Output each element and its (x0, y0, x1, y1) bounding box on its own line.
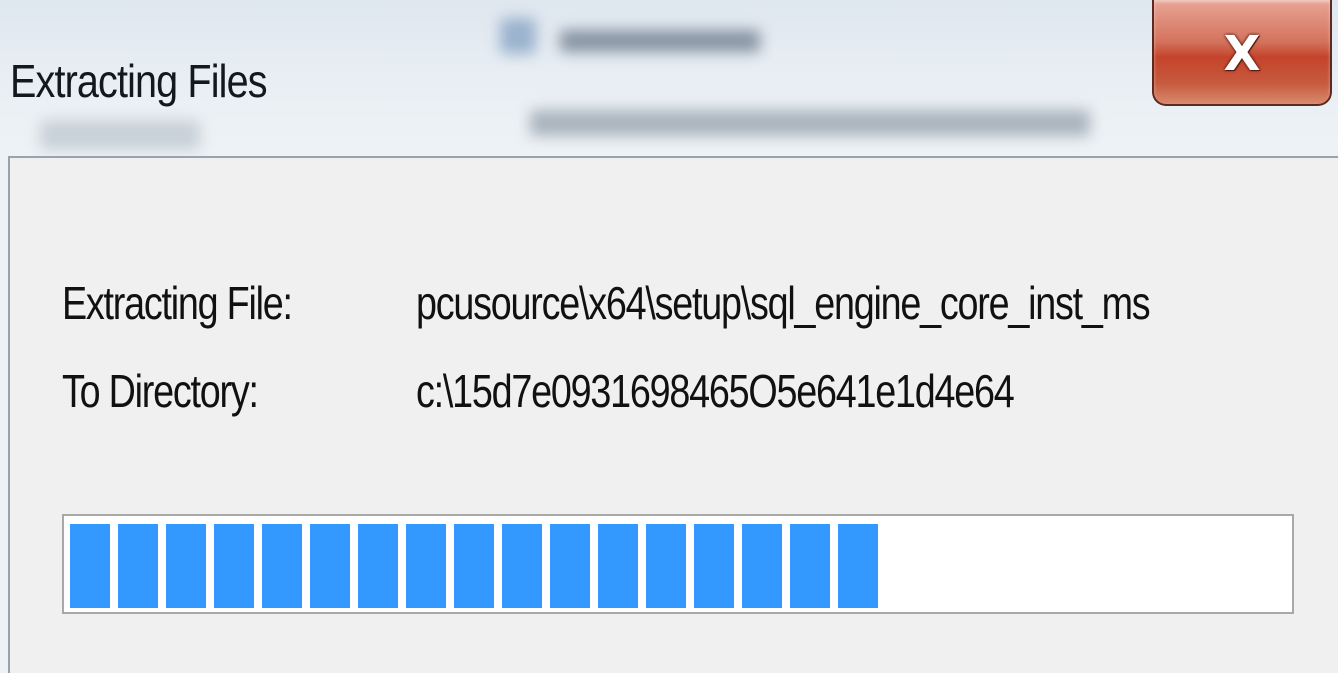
close-button[interactable]: X (1152, 0, 1332, 106)
progress-fill (70, 524, 878, 608)
title-bar[interactable]: Extracting Files X (0, 0, 1338, 156)
window-title: Extracting Files (10, 55, 268, 107)
dialog-body: Extracting File: pcusource\x64\setup\sql… (8, 156, 1338, 673)
to-directory-label: To Directory: (62, 365, 259, 417)
close-icon: X (1223, 26, 1261, 82)
extracting-file-value: pcusource\x64\setup\sql_engine_core_inst… (416, 277, 1151, 329)
progress-bar (62, 514, 1294, 614)
extracting-file-label: Extracting File: (62, 277, 293, 329)
to-directory-value: c:\15d7e0931698465O5e641e1d4e64 (416, 365, 1015, 417)
extract-dialog-window: Extracting Files X Extracting File: pcus… (0, 0, 1338, 673)
